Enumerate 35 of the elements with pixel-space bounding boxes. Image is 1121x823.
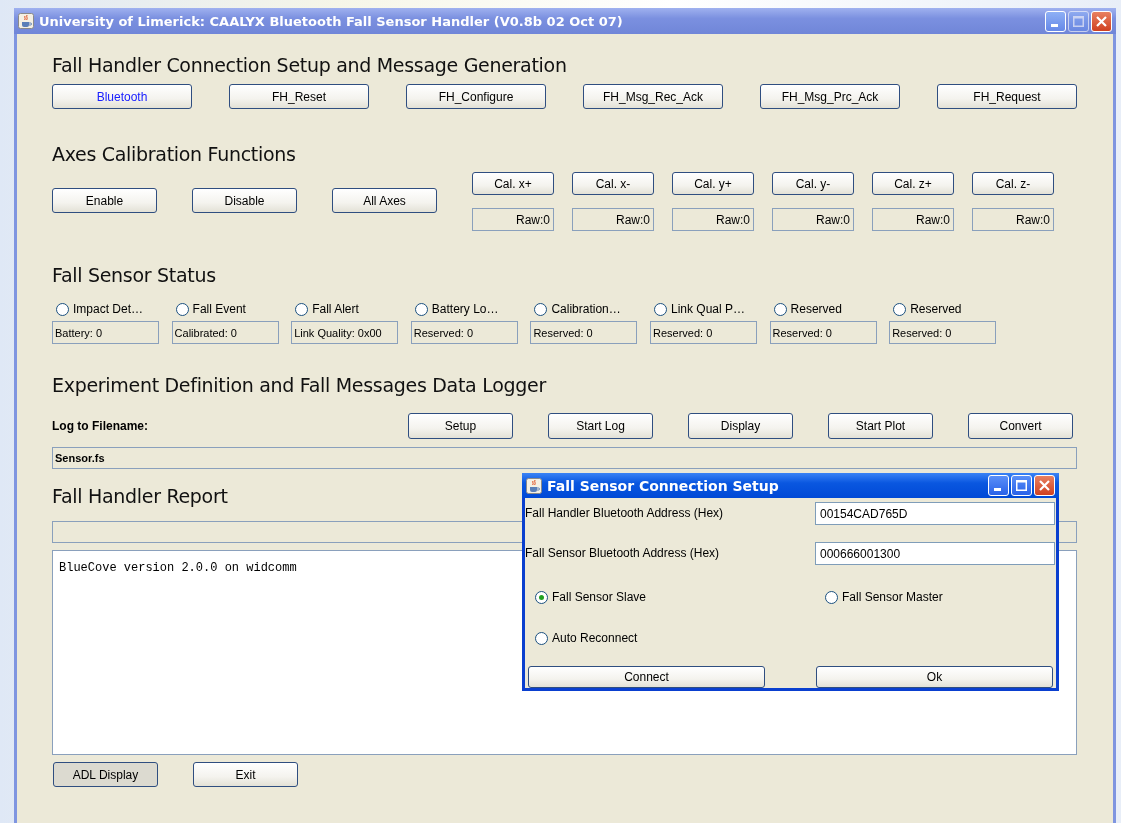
- radio-label: Reserved: [790, 302, 842, 316]
- radio-label: Fall Sensor Slave: [552, 590, 647, 604]
- section-heading: Fall Handler Report: [52, 485, 228, 509]
- status-field: Link Quality: 0x00: [291, 321, 399, 344]
- radio-label: Auto Reconnect: [552, 631, 638, 645]
- status-field: Battery: 0: [52, 321, 159, 344]
- field-label: Log to Filename:: [52, 419, 149, 433]
- radio-label: Fall Alert: [312, 302, 359, 316]
- status-field: Reserved: 0: [769, 321, 877, 344]
- field-label: Fall Sensor Bluetooth Address (Hex): [525, 545, 721, 562]
- raw-value-field: Raw:0: [772, 208, 854, 231]
- radio-label: Calibration…: [551, 302, 621, 316]
- radio-label: Battery Lo…: [431, 302, 499, 316]
- radio-label: Fall Event: [192, 302, 246, 316]
- radio-label: Reserved: [910, 302, 962, 316]
- field-label: Fall Handler Bluetooth Address (Hex): [525, 505, 725, 522]
- raw-value-field: Raw:0: [972, 208, 1054, 231]
- status-field: Calibrated: 0: [171, 321, 279, 344]
- raw-value-field: Raw:0: [872, 208, 954, 231]
- section-heading: Fall Sensor Status: [52, 264, 216, 288]
- radio-label: Fall Sensor Master: [842, 590, 943, 604]
- section-heading: Axes Calibration Functions: [52, 143, 296, 167]
- window-title: University of Limerick: CAALYX Bluetooth Fall Sensor Handler (V0.8b 02 Oct 07): [39, 13, 624, 29]
- raw-value-field: Raw:0: [672, 208, 754, 231]
- raw-value-field: Raw:0: [572, 208, 654, 231]
- radio-label: Impact Det…: [73, 302, 144, 316]
- radio-label: Link Qual P…: [670, 302, 745, 316]
- status-field: Reserved: 0: [649, 321, 757, 344]
- window-title: Fall Sensor Connection Setup: [547, 477, 780, 494]
- status-field: Reserved: 0: [410, 321, 518, 344]
- status-field: Reserved: 0: [889, 321, 997, 344]
- section-heading: Fall Handler Connection Setup and Message Generation: [52, 54, 567, 78]
- raw-value-field: Raw:0: [472, 208, 554, 231]
- section-heading: Experiment Definition and Fall Messages Data Logger: [52, 374, 546, 398]
- status-field: Reserved: 0: [530, 321, 638, 344]
